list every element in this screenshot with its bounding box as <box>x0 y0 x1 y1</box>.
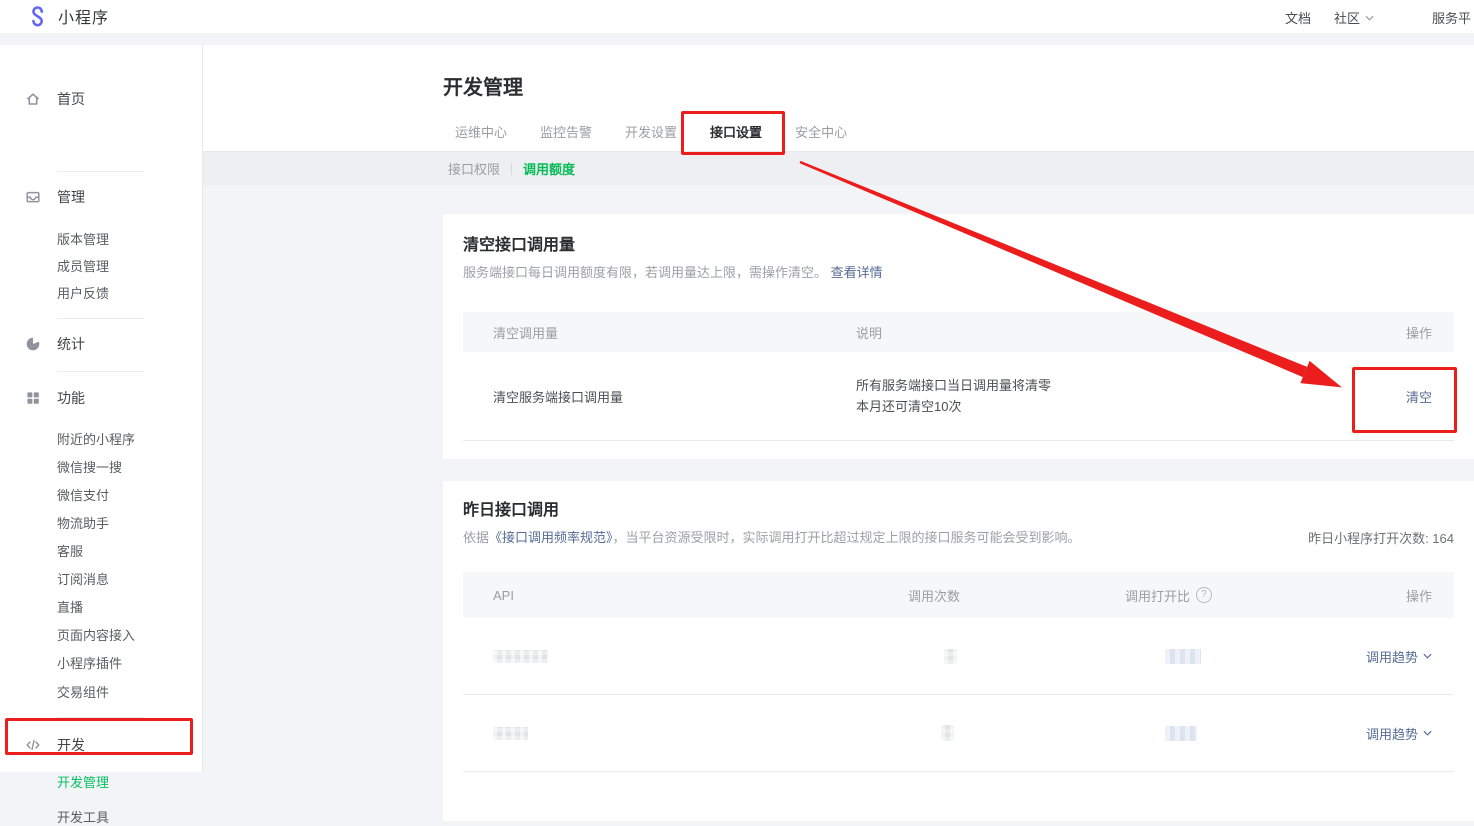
subtab-api-permission[interactable]: 接口权限 <box>448 159 500 178</box>
code-icon <box>25 737 41 753</box>
yesterday-calls-title: 昨日接口调用 <box>463 481 1454 520</box>
tab-api-settings[interactable]: 接口设置 <box>710 122 762 141</box>
api-table-row: 调用趋势 <box>463 618 1454 695</box>
yesterday-calls-card: 昨日接口调用 依据《接口调用频率规范》，当平台资源受限时，实际调用打开比超过规定… <box>443 481 1474 821</box>
clear-table-header: 清空调用量 说明 操作 <box>463 312 1454 352</box>
col-header-clear-quota: 清空调用量 <box>463 323 856 342</box>
redacted-call-count <box>944 649 957 664</box>
tab-ops-center[interactable]: 运维中心 <box>455 122 507 141</box>
sidebar-item-wxpay[interactable]: 微信支付 <box>57 485 109 503</box>
miniprogram-logo-icon <box>26 5 49 28</box>
sidebar-item-develop-tools[interactable]: 开发工具 <box>57 807 109 825</box>
sidebar-item-develop-manage[interactable]: 开发管理 <box>57 772 109 790</box>
redacted-api-name <box>493 650 548 663</box>
api-table-header: API 调用次数 调用打开比 ? 操作 <box>463 572 1454 618</box>
sidebar-item-features[interactable]: 功能 <box>0 388 202 408</box>
pie-chart-icon <box>25 336 41 352</box>
yesterday-open-count: 昨日小程序打开次数: 164 <box>1308 528 1454 547</box>
col-header-description: 说明 <box>856 323 1406 342</box>
sidebar-item-logistics[interactable]: 物流助手 <box>57 513 109 531</box>
sidebar-item-develop[interactable]: 开发 <box>0 735 202 755</box>
subtab-divider <box>511 163 512 175</box>
logo-text: 小程序 <box>58 4 109 28</box>
frequency-spec-link[interactable]: 《接口调用频率规范》 <box>489 530 613 545</box>
col-header-call-count: 调用次数 <box>908 586 1125 605</box>
grid-icon <box>25 390 41 406</box>
tab-monitor-alert[interactable]: 监控告警 <box>540 122 592 141</box>
redacted-call-ratio <box>1165 649 1201 664</box>
topbar-link-community[interactable]: 社区 <box>1334 8 1374 27</box>
sidebar-divider <box>57 717 144 718</box>
sidebar-item-home[interactable]: 首页 <box>0 89 202 109</box>
clear-quota-desc: 服务端接口每日调用额度有限，若调用量达上限，需操作清空。 查看详情 <box>463 264 1454 282</box>
topbar-link-service[interactable]: 服务平 <box>1432 8 1471 27</box>
miniprogram-logo[interactable]: 小程序 <box>26 4 109 28</box>
home-icon <box>25 91 41 107</box>
subtab-call-quota[interactable]: 调用额度 <box>523 159 575 178</box>
sidebar: 首页 管理 版本管理 成员管理 用户反馈 统计 功能 附近的小程序 微信搜一搜 … <box>0 45 203 772</box>
clear-quota-card: 清空接口调用量 服务端接口每日调用额度有限，若调用量达上限，需操作清空。 查看详… <box>443 214 1474 459</box>
call-trend-link[interactable]: 调用趋势 <box>1366 647 1454 666</box>
sidebar-item-user-feedback[interactable]: 用户反馈 <box>57 283 109 301</box>
sidebar-item-trade-component[interactable]: 交易组件 <box>57 682 109 700</box>
call-trend-link[interactable]: 调用趋势 <box>1366 724 1454 743</box>
redacted-call-count <box>941 725 954 741</box>
sidebar-item-manage[interactable]: 管理 <box>0 187 202 207</box>
main-header: 开发管理 运维中心 监控告警 开发设置 接口设置 安全中心 <box>203 45 1474 152</box>
sidebar-item-stats[interactable]: 统计 <box>0 334 202 354</box>
tab-dev-settings[interactable]: 开发设置 <box>625 122 677 141</box>
sidebar-divider <box>57 318 144 319</box>
col-header-action: 操作 <box>1406 323 1454 342</box>
col-header-call-open-ratio: 调用打开比 <box>1125 586 1190 605</box>
sidebar-item-version-manage[interactable]: 版本管理 <box>57 229 109 247</box>
view-details-link[interactable]: 查看详情 <box>831 265 883 280</box>
inbox-icon <box>25 189 41 205</box>
col-header-action2: 操作 <box>1406 586 1454 605</box>
chevron-down-icon <box>1423 730 1432 736</box>
chevron-down-icon <box>1423 653 1432 659</box>
page-title: 开发管理 <box>443 71 523 100</box>
sidebar-divider <box>57 171 144 172</box>
sidebar-item-plugin[interactable]: 小程序插件 <box>57 653 122 671</box>
topbar-link-docs[interactable]: 文档 <box>1285 8 1311 27</box>
clear-row-name: 清空服务端接口调用量 <box>463 387 856 406</box>
sidebar-item-page-content[interactable]: 页面内容接入 <box>57 625 135 643</box>
sidebar-item-member-manage[interactable]: 成员管理 <box>57 256 109 274</box>
sidebar-item-nearby[interactable]: 附近的小程序 <box>57 429 135 447</box>
top-bar: 小程序 文档 社区 服务平 <box>0 0 1474 33</box>
chevron-down-icon <box>1365 15 1374 21</box>
col-header-api: API <box>463 588 908 603</box>
redacted-api-name <box>493 727 528 740</box>
api-table-row: 调用趋势 <box>463 695 1454 772</box>
sidebar-item-search[interactable]: 微信搜一搜 <box>57 457 122 475</box>
subtab-bar: 接口权限 调用额度 <box>203 152 1474 185</box>
clear-row-description: 所有服务端接口当日调用量将清零 本月还可清空10次 <box>856 375 1406 417</box>
help-icon[interactable]: ? <box>1196 587 1212 603</box>
yesterday-calls-desc: 依据《接口调用频率规范》，当平台资源受限时，实际调用打开比超过规定上限的接口服务… <box>463 529 1081 547</box>
sidebar-divider <box>57 371 144 372</box>
table-row: 清空服务端接口调用量 所有服务端接口当日调用量将清零 本月还可清空10次 清空 <box>463 352 1454 441</box>
redacted-call-ratio <box>1165 726 1197 741</box>
sidebar-item-subscribe-message[interactable]: 订阅消息 <box>57 569 109 587</box>
sidebar-item-live[interactable]: 直播 <box>57 597 83 615</box>
clear-button[interactable]: 清空 <box>1406 390 1432 405</box>
sidebar-item-customer-service[interactable]: 客服 <box>57 541 83 559</box>
clear-quota-title: 清空接口调用量 <box>463 214 1454 255</box>
tab-bar: 运维中心 监控告警 开发设置 接口设置 安全中心 <box>455 111 847 151</box>
tab-security-center[interactable]: 安全中心 <box>795 122 847 141</box>
